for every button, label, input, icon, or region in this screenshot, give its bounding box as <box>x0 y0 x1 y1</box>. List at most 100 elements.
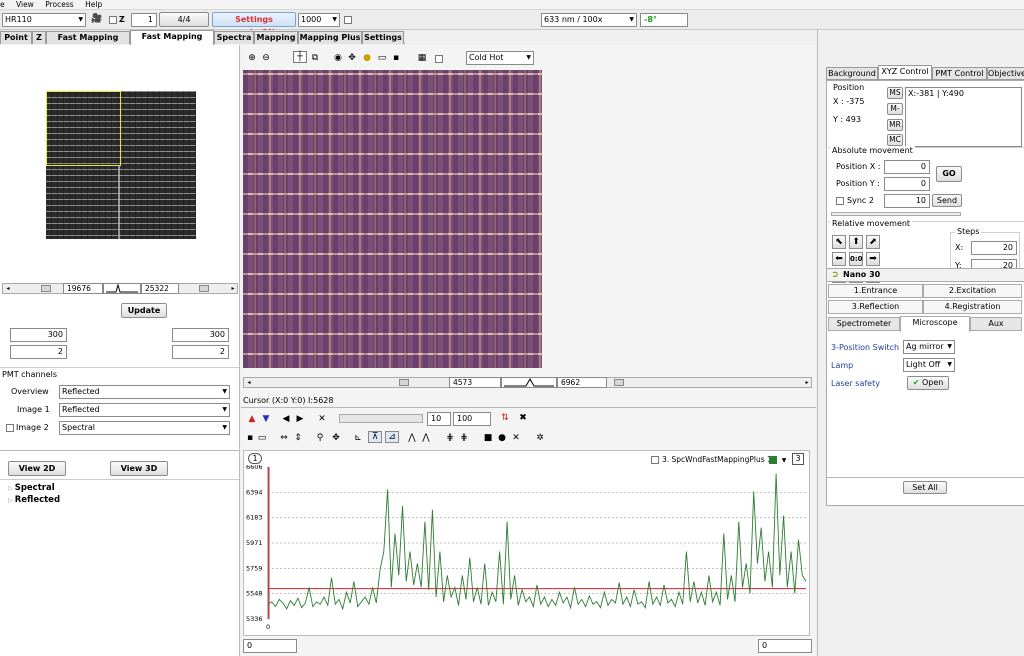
plot-legend-checkbox[interactable] <box>651 456 659 464</box>
tree-expand-icon[interactable]: ▷ <box>8 497 15 504</box>
go-button[interactable]: GO <box>936 166 962 182</box>
steps-x-field[interactable]: 20 <box>971 241 1017 255</box>
grid-icon[interactable]: ▦ <box>417 53 427 63</box>
set-all-button[interactable]: Set All <box>903 481 947 494</box>
mc-button[interactable]: MC <box>887 134 903 146</box>
camera-icon[interactable]: 🎥 <box>90 14 104 24</box>
plot-count[interactable]: 3 <box>792 453 804 465</box>
entrance-tile[interactable]: 1.Entrance <box>828 284 923 298</box>
fit-height-icon[interactable]: ⇕ <box>293 433 303 443</box>
left-range-thumb[interactable] <box>41 285 51 292</box>
gear-icon[interactable]: ✲ <box>535 433 545 443</box>
tab-objective[interactable]: Objective <box>987 67 1024 80</box>
area-icon[interactable]: ⊿ <box>385 431 399 443</box>
switch-select[interactable]: Ag mirror ▼ <box>903 340 955 354</box>
menu-item-e[interactable]: e <box>0 0 5 9</box>
left-range-min[interactable]: 19676 <box>63 283 103 294</box>
sync-checkbox[interactable] <box>836 197 844 205</box>
marker-icon[interactable]: ⋕ <box>445 433 455 443</box>
crosshair-icon[interactable]: ┼ <box>293 51 307 63</box>
save-icon[interactable]: ▪ <box>245 433 255 443</box>
plot-footer-right[interactable]: 0 <box>758 639 812 653</box>
reflection-tile[interactable]: 3.Reflection <box>828 300 923 314</box>
tab-fast-mapping-plus[interactable]: Fast Mapping Plus <box>130 30 214 53</box>
tab-spectra[interactable]: Spectra <box>214 31 254 44</box>
tab-mapping-plus[interactable]: Mapping Plus <box>298 31 362 44</box>
delete-icon[interactable]: ✕ <box>317 414 327 424</box>
overview-selection-box[interactable] <box>46 91 121 166</box>
previous-icon[interactable]: ◀ <box>281 414 291 424</box>
left-field-a[interactable]: 300 <box>10 328 67 342</box>
center-range-bar[interactable]: ◂ 4573 6962 ▸ <box>243 377 812 388</box>
colormap-select[interactable]: Cold Hot ▼ <box>466 51 534 65</box>
center-range-thumb[interactable] <box>399 379 409 386</box>
position-list[interactable]: X:-381 | Y:490 <box>905 87 1022 147</box>
subtab-aux[interactable]: Aux <box>970 317 1022 331</box>
scroll-right-icon[interactable]: ▸ <box>229 284 237 294</box>
menu-item-help[interactable]: Help <box>85 0 102 9</box>
marker-pair-icon[interactable]: ⋕ <box>459 433 469 443</box>
tree-item-reflected[interactable]: ▷ Reflected <box>8 495 60 505</box>
image1-select[interactable]: Reflected ▼ <box>59 403 230 417</box>
image2-checkbox[interactable] <box>6 424 14 432</box>
center-range-max[interactable]: 6962 <box>557 377 607 388</box>
move-center-button[interactable]: 0:0 <box>849 252 863 266</box>
eye-icon[interactable]: ◉ <box>333 53 343 63</box>
left-field-c[interactable]: 2 <box>10 345 67 359</box>
update-button[interactable]: Update <box>121 303 167 318</box>
save-icon[interactable]: ▪ <box>391 53 401 63</box>
settings-mode-button[interactable]: Settings mode:ON <box>212 12 296 37</box>
plot-legend-color[interactable] <box>769 456 777 464</box>
tab-pmt-control[interactable]: PMT Control <box>932 67 987 80</box>
scroll-right-icon[interactable]: ▸ <box>803 378 811 388</box>
circle-icon[interactable]: ● <box>497 433 507 443</box>
subtab-microscope[interactable]: Microscope <box>900 316 970 332</box>
menu-item-view[interactable]: View <box>16 0 34 9</box>
map-image[interactable] <box>243 70 542 368</box>
ms-button[interactable]: MS <box>887 87 903 99</box>
tab-z[interactable]: Z <box>32 31 46 44</box>
plot-area[interactable]: 6606 6394 6183 5971 5759 5548 53360 <box>244 465 810 635</box>
excitation-tile[interactable]: 2.Excitation <box>923 284 1022 298</box>
colormap-checkbox[interactable] <box>435 55 443 63</box>
grating-checkbox[interactable] <box>344 16 352 24</box>
overview-image[interactable] <box>46 91 196 239</box>
registration-tile[interactable]: 4.Registration <box>923 300 1022 314</box>
view-2d-button[interactable]: View 2D <box>8 461 66 476</box>
abs-x-field[interactable]: 0 <box>884 160 930 174</box>
position-list-item[interactable]: X:-381 | Y:490 <box>908 89 964 98</box>
tree-item-spectral[interactable]: ▷ Spectral <box>8 483 55 493</box>
left-range-bar[interactable]: ◂ 19676 25322 ▸ <box>2 283 238 294</box>
grating-select[interactable]: 1000 ▼ <box>298 13 340 27</box>
laser-objective-select[interactable]: 633 nm / 100x ▼ <box>541 13 637 27</box>
color-picker-icon[interactable]: ● <box>361 53 373 63</box>
spin-a-field[interactable]: 10 <box>427 412 451 426</box>
laser-open-button[interactable]: ✔ Open <box>907 376 949 390</box>
menu-item-process[interactable]: Process <box>45 0 73 9</box>
abs-y-field[interactable]: 0 <box>884 177 930 191</box>
subtab-spectrometer[interactable]: Spectrometer <box>828 317 900 331</box>
fit-peak-icon[interactable]: ⋀ <box>407 433 417 443</box>
move-left-button[interactable]: ⬅ <box>832 252 846 266</box>
m-minus-button[interactable]: M- <box>887 103 903 115</box>
move-up-button[interactable]: ⬆ <box>849 235 863 249</box>
spectra-slider[interactable] <box>339 414 423 423</box>
mr-button[interactable]: MR <box>887 119 903 131</box>
peak-icon[interactable]: ⊼ <box>368 431 382 443</box>
plot-footer-left[interactable]: 0 <box>243 639 297 653</box>
arrow-down-blue-icon[interactable]: ▼ <box>261 414 271 424</box>
tab-background[interactable]: Background <box>826 67 878 80</box>
spin-b-field[interactable]: 100 <box>453 412 491 426</box>
fit-multi-icon[interactable]: ⋀ <box>421 433 431 443</box>
view-3d-button[interactable]: View 3D <box>110 461 168 476</box>
z-value-field[interactable]: 1 <box>131 13 157 27</box>
sort-icon[interactable]: ⇅ <box>499 413 511 423</box>
zoom-tool-icon[interactable]: ⚲ <box>315 433 325 443</box>
next-icon[interactable]: ▶ <box>295 414 305 424</box>
clear-icon[interactable]: ✕ <box>511 433 521 443</box>
zoom-out-icon[interactable]: ⊖ <box>261 53 271 63</box>
move-up-right-button[interactable]: ⬈ <box>866 235 880 249</box>
baseline-icon[interactable]: ⊾ <box>353 433 363 443</box>
tab-settings[interactable]: Settings <box>362 31 404 44</box>
tree-expand-icon[interactable]: ▷ <box>8 485 15 492</box>
